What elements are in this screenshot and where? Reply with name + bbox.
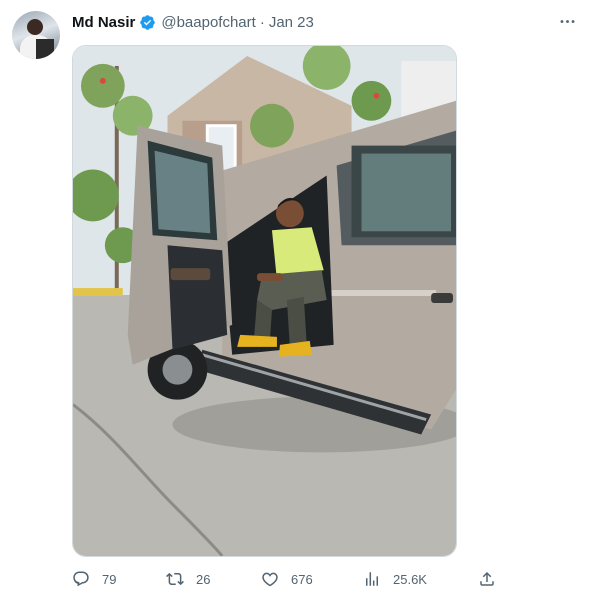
tweet[interactable]: Md Nasir @baapofchart · Jan 23 79 26 676… xyxy=(0,0,592,599)
avatar-head xyxy=(27,19,43,35)
share-icon xyxy=(480,571,494,586)
like-count: 676 xyxy=(291,571,313,587)
tweet-photo[interactable] xyxy=(72,45,457,557)
analytics-icon xyxy=(366,572,378,586)
more-options-icon[interactable] xyxy=(556,10,578,32)
reply-count: 79 xyxy=(102,571,117,587)
tweet-actions: 79 26 676 25.6K xyxy=(72,568,512,590)
author-name[interactable]: Md Nasir xyxy=(72,14,135,31)
views-count: 25.6K xyxy=(393,571,427,587)
reply-action[interactable]: 79 xyxy=(72,568,116,590)
heart-icon xyxy=(262,572,278,587)
tweet-date[interactable]: Jan 23 xyxy=(269,14,314,31)
share-action[interactable] xyxy=(478,568,496,590)
reply-icon xyxy=(73,571,89,587)
views-action[interactable]: 25.6K xyxy=(363,568,427,590)
tweet-header: Md Nasir @baapofchart · Jan 23 xyxy=(72,12,314,32)
retweet-count: 26 xyxy=(196,571,211,587)
retweet-action[interactable]: 26 xyxy=(166,568,210,590)
like-action[interactable]: 676 xyxy=(261,568,313,590)
author-avatar[interactable] xyxy=(12,11,60,59)
retweet-icon xyxy=(166,572,184,586)
avatar-detail xyxy=(36,39,54,59)
header-separator: · xyxy=(259,13,265,31)
author-handle[interactable]: @baapofchart xyxy=(161,14,255,31)
verified-badge-icon xyxy=(139,14,156,31)
photo-illustration xyxy=(73,46,456,556)
